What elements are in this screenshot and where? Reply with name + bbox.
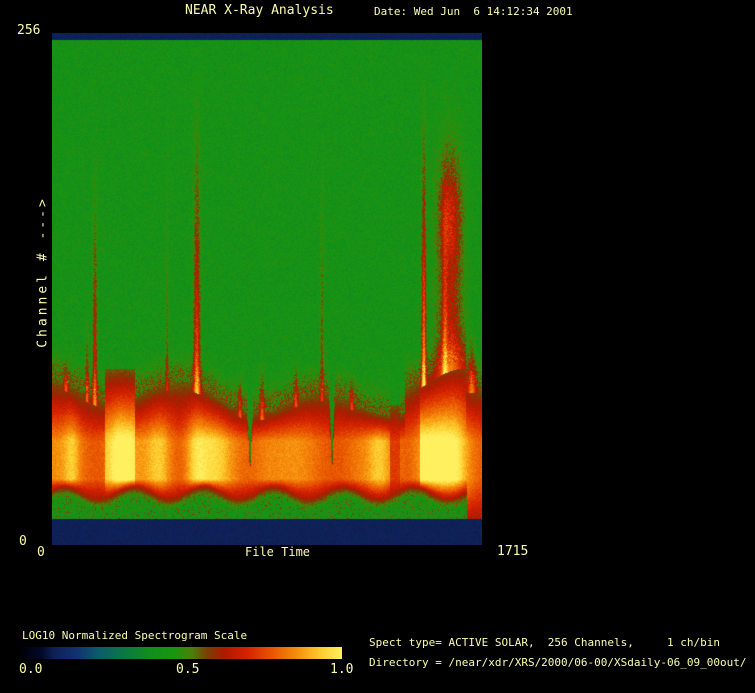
x-axis-min-tick: 0 [37,545,45,560]
directory-line: Directory = /near/xdr/XRS/2000/06-00/XSd… [369,656,747,669]
y-axis-label: Channel # ---> [35,196,51,348]
colorbar-tick-max: 1.0 [330,662,354,677]
colorbar-gradient [22,647,342,659]
y-axis-max-tick: 256 [17,23,41,38]
spect-type-line: Spect type= ACTIVE SOLAR, 256 Channels, … [369,636,720,649]
date-label: Date: Wed Jun 6 14:12:34 2001 [374,5,573,18]
colorbar-label: LOG10 Normalized Spectrogram Scale [22,629,248,642]
near-xray-analysis-window: NEAR X-Ray Analysis Date: Wed Jun 6 14:1… [0,0,755,693]
x-axis-label: File Time [245,545,311,559]
page-title: NEAR X-Ray Analysis [185,3,334,18]
colorbar-tick-min: 0.0 [19,662,43,677]
x-axis-max-tick: 1715 [497,544,529,559]
colorbar-tick-mid: 0.5 [176,662,200,677]
y-axis-min-tick: 0 [19,534,27,549]
spectrogram-heatmap [52,33,482,545]
